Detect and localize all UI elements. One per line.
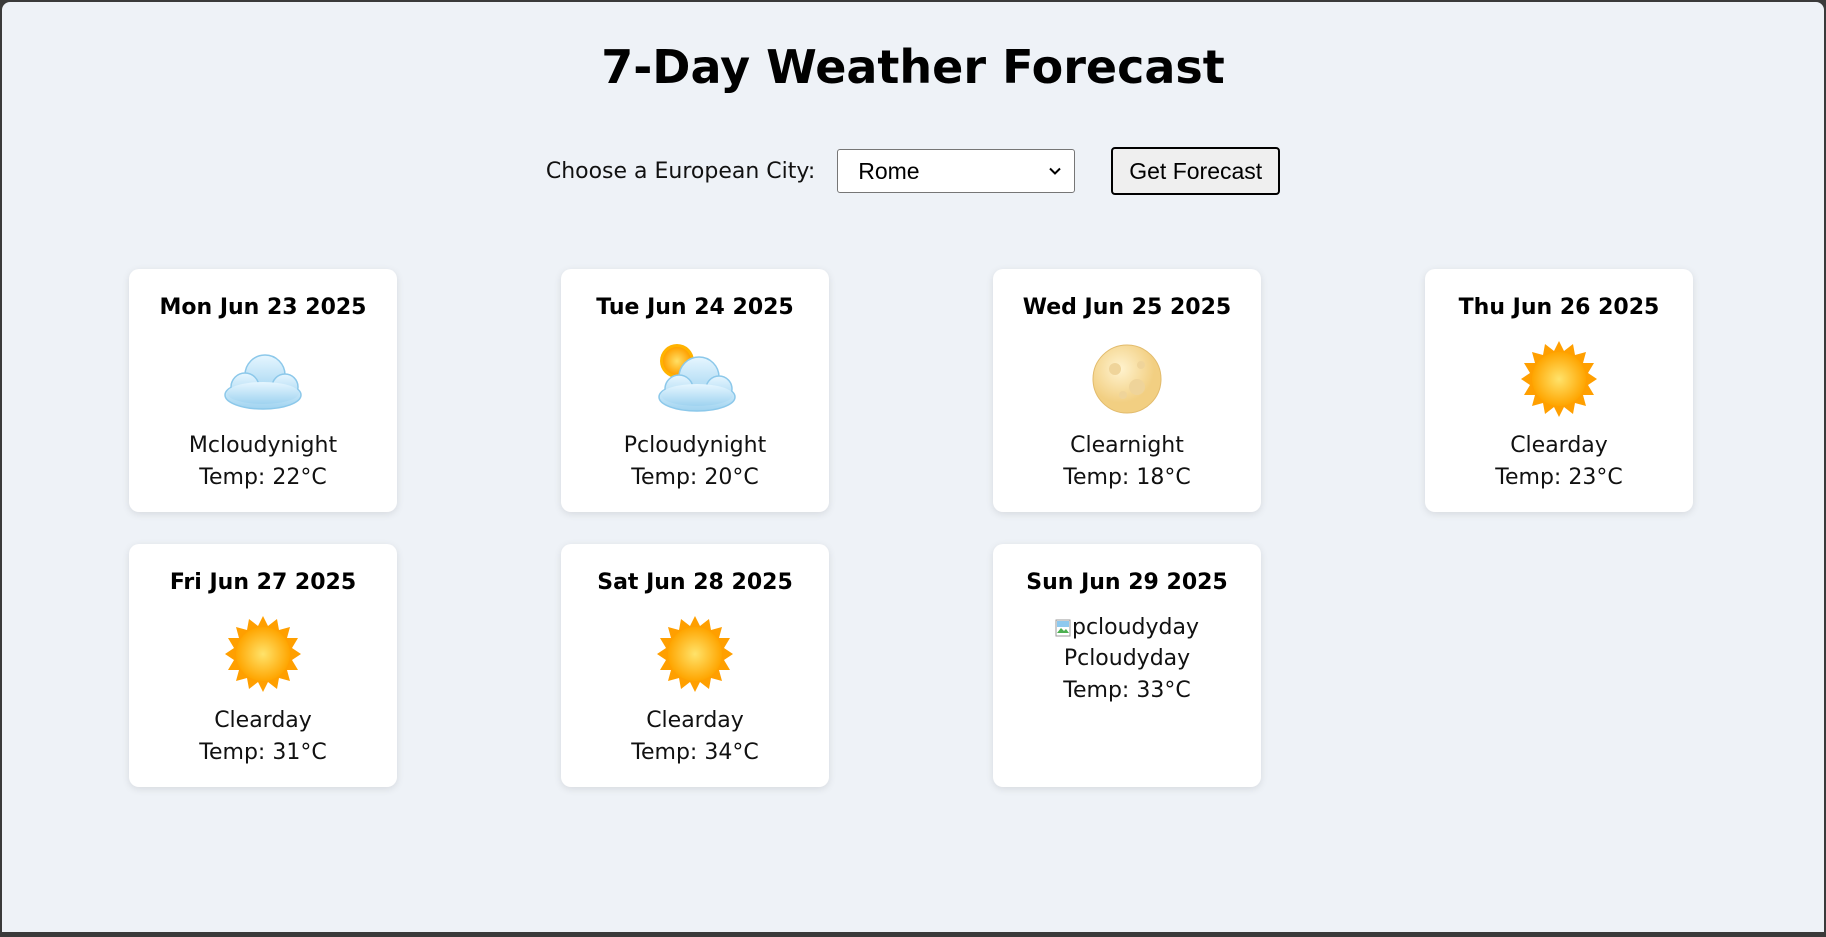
forecast-condition: Pcloudyday: [1063, 646, 1191, 671]
forecast-card: Wed Jun 25 2025 Clearnight Temp: 18°C: [993, 269, 1261, 512]
forecast-card: Sun Jun 29 2025 pcloudyday Pcloudyday Te…: [993, 544, 1261, 787]
forecast-condition: Pcloudynight: [623, 433, 767, 458]
city-label: Choose a European City:: [545, 158, 816, 184]
forecast-date: Thu Jun 26 2025: [1458, 295, 1660, 320]
page-title: 7-Day Weather Forecast: [601, 40, 1225, 94]
forecast-card: Sat Jun 28 2025 Clearday Temp: 34°C: [561, 544, 829, 787]
forecast-card: Fri Jun 27 2025 Clearday Temp: 31°C: [129, 544, 397, 787]
sun-behind-cloud-icon: [653, 341, 737, 417]
forecast-condition: Mcloudynight: [188, 433, 338, 458]
forecast-temp: Temp: 31°C: [199, 740, 327, 765]
forecast-temp: Temp: 20°C: [631, 465, 759, 490]
forecast-date: Sun Jun 29 2025: [1026, 570, 1228, 595]
sun-icon: [1517, 341, 1601, 417]
full-moon-icon: [1085, 341, 1169, 417]
forecast-date: Wed Jun 25 2025: [1022, 295, 1232, 320]
forecast-condition: Clearnight: [1070, 433, 1184, 458]
forecast-temp: Temp: 22°C: [199, 465, 327, 490]
city-select-value: Rome: [858, 157, 920, 184]
cloud-icon: [221, 341, 305, 417]
forecast-temp: Temp: 23°C: [1495, 465, 1623, 490]
sun-icon: [221, 616, 305, 692]
broken-image-alt: pcloudyday: [1071, 615, 1200, 640]
forecast-card: Mon Jun 23 2025 Mcloudynight Temp: 22°C: [129, 269, 397, 512]
broken-image-icon: [1055, 619, 1071, 636]
forecast-date: Mon Jun 23 2025: [159, 295, 367, 320]
forecast-date: Sat Jun 28 2025: [597, 570, 793, 595]
forecast-temp: Temp: 33°C: [1063, 678, 1191, 703]
sun-icon: [653, 616, 737, 692]
get-forecast-button[interactable]: Get Forecast: [1111, 147, 1281, 195]
city-controls: Choose a European City: Rome Get Forecas…: [2, 147, 1824, 195]
forecast-temp: Temp: 34°C: [631, 740, 759, 765]
forecast-temp: Temp: 18°C: [1063, 465, 1191, 490]
forecast-card: Tue Jun 24 2025 Pcloudynight Temp: 20°C: [561, 269, 829, 512]
forecast-condition: Clearday: [214, 708, 312, 733]
forecast-condition: Clearday: [1510, 433, 1608, 458]
forecast-date: Fri Jun 27 2025: [169, 570, 357, 595]
city-select[interactable]: Rome: [837, 149, 1076, 193]
app-window: 7-Day Weather Forecast Choose a European…: [2, 2, 1824, 932]
forecast-condition: Clearday: [646, 708, 744, 733]
broken-image: pcloudyday: [993, 615, 1261, 640]
chevron-down-icon: [1049, 167, 1061, 175]
forecast-card: Thu Jun 26 2025 Clearday Temp: 23°C: [1425, 269, 1693, 512]
forecast-date: Tue Jun 24 2025: [596, 295, 794, 320]
